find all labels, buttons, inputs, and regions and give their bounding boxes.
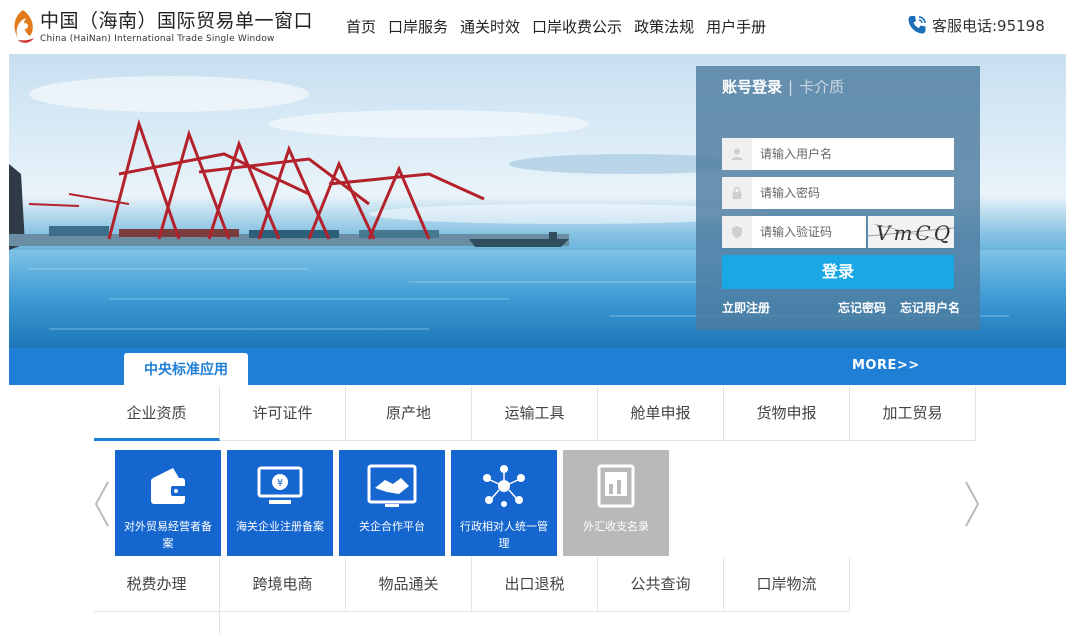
category-tabs-row-2: 税费办理 跨境电商 物品通关 出口退税 公共查询 口岸物流 [94, 557, 850, 612]
nav-policies[interactable]: 政策法规 [634, 16, 694, 37]
user-icon [722, 138, 752, 170]
chevron-right-icon[interactable] [962, 480, 982, 528]
section-bar: 中央标准应用 MORE>> [9, 348, 1066, 385]
tab-separator: | [788, 78, 794, 96]
nav-user-manual[interactable]: 用户手册 [706, 16, 766, 37]
tab-licenses[interactable]: 许可证件 [220, 386, 346, 441]
chevron-left-icon[interactable] [92, 480, 112, 528]
hotline-text: 客服电话:95198 [932, 16, 1045, 35]
login-panel: 账号登录 | 卡介质 [696, 66, 980, 330]
login-button[interactable]: 登录 [722, 255, 954, 289]
logo-title: 中国（海南）国际贸易单一窗口 [40, 10, 314, 32]
register-link[interactable]: 立即注册 [722, 299, 770, 316]
tab-tax-fees[interactable]: 税费办理 [94, 557, 220, 612]
forgot-username-link[interactable]: 忘记用户名 [900, 299, 960, 316]
people-network-icon [483, 465, 525, 507]
tab-cross-border-ecommerce[interactable]: 跨境电商 [220, 557, 346, 612]
card-label: 外汇收支名录 [583, 520, 649, 533]
tab-export-tax-refund[interactable]: 出口退税 [472, 557, 598, 612]
site-header: 中国（海南）国际贸易单一窗口 China (HaiNan) Internatio… [0, 0, 1080, 54]
tab-placeholder-cell [94, 612, 220, 634]
tab-item-clearance[interactable]: 物品通关 [346, 557, 472, 612]
card-foreign-trade-filing[interactable]: 对外贸易经营者备案 [115, 450, 221, 556]
category-tabs-row-1: 企业资质 许可证件 原产地 运输工具 舱单申报 货物申报 加工贸易 [94, 386, 976, 441]
password-input[interactable] [752, 186, 942, 200]
captcha-image[interactable]: VmCQ [867, 216, 955, 248]
card-label: 对外贸易经营者备案 [124, 520, 212, 550]
tab-public-query[interactable]: 公共查询 [598, 557, 724, 612]
svg-text:¥: ¥ [277, 478, 283, 489]
card-administrative-management[interactable]: 行政相对人统一管理 [451, 450, 557, 556]
username-field[interactable] [722, 138, 954, 170]
registration-monitor-icon: ¥ [257, 466, 303, 504]
tab-goods-declaration[interactable]: 货物申报 [724, 386, 850, 441]
tab-enterprise-qualification[interactable]: 企业资质 [94, 386, 220, 441]
card-label: 关企合作平台 [359, 520, 425, 533]
nav-port-services[interactable]: 口岸服务 [388, 16, 448, 37]
card-customs-registration[interactable]: ¥ 海关企业注册备案 [227, 450, 333, 556]
login-tabs: 账号登录 | 卡介质 [722, 76, 844, 97]
tab-transport[interactable]: 运输工具 [472, 386, 598, 441]
tab-card-login[interactable]: 卡介质 [799, 78, 844, 96]
shield-icon [722, 216, 752, 248]
captcha-field[interactable] [722, 216, 866, 248]
site-logo[interactable]: 中国（海南）国际贸易单一窗口 China (HaiNan) Internatio… [8, 4, 313, 48]
card-label: 海关企业注册备案 [236, 520, 324, 533]
directory-icon [597, 464, 635, 508]
card-customs-enterprise-platform[interactable]: 关企合作平台 [339, 450, 445, 556]
tab-processing-trade[interactable]: 加工贸易 [850, 386, 976, 441]
username-input[interactable] [752, 147, 942, 161]
nav-home[interactable]: 首页 [346, 16, 376, 37]
logo-emblem-icon [14, 10, 34, 43]
captcha-input[interactable] [752, 225, 858, 239]
wallet-icon [151, 468, 187, 504]
nav-clearance-time[interactable]: 通关时效 [460, 16, 520, 37]
captcha-text: VmCQ [876, 221, 953, 245]
logo-subtitle: China (HaiNan) International Trade Singl… [40, 34, 275, 44]
nav-port-fees[interactable]: 口岸收费公示 [532, 16, 622, 37]
tab-port-logistics[interactable]: 口岸物流 [724, 557, 850, 612]
password-field[interactable] [722, 177, 954, 209]
tab-central-standard-apps[interactable]: 中央标准应用 [124, 353, 248, 385]
card-label: 行政相对人统一管理 [460, 520, 548, 550]
card-forex-directory[interactable]: 外汇收支名录 [563, 450, 669, 556]
lock-icon [722, 177, 752, 209]
more-link[interactable]: MORE>> [852, 358, 920, 373]
tab-manifest[interactable]: 舱单申报 [598, 386, 724, 441]
service-cards: 对外贸易经营者备案 ¥ 海关企业注册备案 关企合作平台 行政相对人统一管理 外汇… [115, 450, 675, 556]
tab-origin[interactable]: 原产地 [346, 386, 472, 441]
handshake-icon [367, 464, 417, 507]
main-nav: 首页 口岸服务 通关时效 口岸收费公示 政策法规 用户手册 [346, 16, 778, 37]
tab-account-login[interactable]: 账号登录 [722, 78, 782, 96]
forgot-password-link[interactable]: 忘记密码 [838, 299, 886, 316]
phone-icon [908, 16, 926, 34]
hotline: 客服电话:95198 [906, 14, 1045, 36]
